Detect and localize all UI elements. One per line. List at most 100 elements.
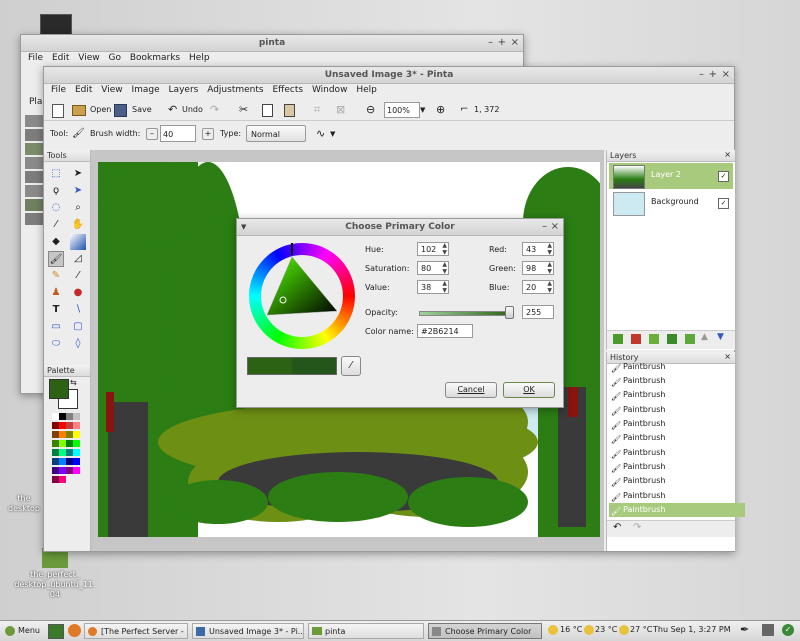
maximize-button[interactable]: + xyxy=(498,35,506,51)
rounded-rect-icon[interactable]: ▢ xyxy=(70,319,86,335)
history-item[interactable]: 🖌 Paintbrush xyxy=(609,360,745,374)
menu-adjustments[interactable]: Adjustments xyxy=(204,82,266,98)
zoom-tool-icon[interactable]: ⌕ xyxy=(70,200,86,216)
palette-swatch[interactable] xyxy=(73,440,80,447)
firefox-launcher-icon[interactable] xyxy=(68,624,81,637)
menu-effects[interactable]: Effects xyxy=(269,82,306,98)
spin-arrows-icon[interactable]: ▲ ▼ xyxy=(547,261,552,275)
palette-swatch[interactable] xyxy=(66,413,73,420)
hue-marker[interactable] xyxy=(291,243,293,255)
duplicate-layer-icon[interactable] xyxy=(649,334,659,344)
palette-swatch[interactable] xyxy=(52,449,59,456)
move-selection-icon[interactable]: ➤ xyxy=(70,183,86,199)
clone-stamp-icon[interactable]: ♟ xyxy=(48,285,64,301)
layer-row-selected[interactable]: Layer 2 ✓ xyxy=(609,163,733,189)
opacity-input[interactable]: 255 xyxy=(522,305,554,319)
antialias-icon[interactable]: ∿ xyxy=(316,123,325,145)
freeform-shape-icon[interactable]: ◊ xyxy=(70,336,86,352)
close-button[interactable]: × xyxy=(722,67,730,83)
line-icon[interactable]: ∖ xyxy=(70,302,86,318)
opacity-slider-handle[interactable] xyxy=(505,306,514,319)
palette-swatch[interactable] xyxy=(59,467,66,474)
palette-swatch[interactable] xyxy=(59,476,66,483)
magic-wand-icon[interactable]: ⁄ xyxy=(48,217,64,233)
layer-visibility-checkbox[interactable]: ✓ xyxy=(718,171,729,182)
history-redo-icon[interactable]: ↷ xyxy=(633,522,641,533)
place-icon[interactable] xyxy=(25,143,43,155)
deselect-icon[interactable]: ⊠ xyxy=(336,100,345,120)
copy-icon[interactable] xyxy=(262,104,273,117)
ellipse-icon[interactable]: ⬭ xyxy=(48,336,64,352)
palette-swatch[interactable] xyxy=(59,440,66,447)
history-item[interactable]: 🖌 Paintbrush xyxy=(609,417,745,431)
history-item[interactable]: 🖌 Paintbrush xyxy=(609,460,745,474)
history-item[interactable]: 🖌 Paintbrush xyxy=(609,403,745,417)
history-undo-icon[interactable]: ↶ xyxy=(613,522,621,533)
palette-swatch[interactable] xyxy=(52,440,59,447)
undo-button[interactable]: Undo xyxy=(182,100,203,120)
layers-panel-close-icon[interactable]: × xyxy=(724,150,731,159)
menu-help[interactable]: Help xyxy=(353,82,380,98)
text-icon[interactable]: T xyxy=(48,302,64,318)
rect-select-icon[interactable]: ⬚ xyxy=(48,166,64,182)
palette-swatch[interactable] xyxy=(66,467,73,474)
pencil-icon[interactable]: ✎ xyxy=(48,268,64,284)
dialog-menu-icon[interactable]: ▼ xyxy=(241,219,246,235)
palette-swatch[interactable] xyxy=(66,431,73,438)
menu-edit[interactable]: Edit xyxy=(49,50,72,66)
type-select[interactable]: Normal xyxy=(246,125,306,142)
palette-swatch[interactable] xyxy=(52,431,59,438)
spin-arrows-icon[interactable]: ▲ ▼ xyxy=(442,280,447,294)
place-icon[interactable] xyxy=(25,185,43,197)
hue-input[interactable]: 102 ▲ ▼ xyxy=(417,242,449,256)
menu-edit[interactable]: Edit xyxy=(72,82,95,98)
palette-swatch[interactable] xyxy=(73,422,80,429)
move-layer-down-icon[interactable]: ▼ xyxy=(717,332,724,342)
palette-swatch[interactable] xyxy=(59,431,66,438)
close-button[interactable]: × xyxy=(511,35,519,51)
place-icon[interactable] xyxy=(25,129,43,141)
eraser-icon[interactable]: ◿ xyxy=(70,251,86,267)
palette-swatch[interactable] xyxy=(73,431,80,438)
color-picker-icon[interactable]: ⁄ xyxy=(70,268,86,284)
spin-arrows-icon[interactable]: ▲ ▼ xyxy=(442,261,447,275)
open-icon[interactable] xyxy=(72,105,86,116)
palette-swatch[interactable] xyxy=(52,458,59,465)
save-button[interactable]: Save xyxy=(132,100,152,120)
crop-icon[interactable]: ⌗ xyxy=(314,100,320,120)
palette-swatch[interactable] xyxy=(59,458,66,465)
paste-icon[interactable] xyxy=(284,104,295,117)
spin-arrows-icon[interactable]: ▲ ▼ xyxy=(547,280,552,294)
palette-swatch[interactable] xyxy=(66,440,73,447)
menu-bookmarks[interactable]: Bookmarks xyxy=(127,50,183,66)
history-item[interactable]: 🖌 Paintbrush xyxy=(609,374,745,388)
palette-swatch[interactable] xyxy=(52,467,59,474)
history-item[interactable]: 🖌 Paintbrush xyxy=(609,446,745,460)
palette-swatch[interactable] xyxy=(73,413,80,420)
menu-image[interactable]: Image xyxy=(128,82,162,98)
red-input[interactable]: 43 ▲ ▼ xyxy=(522,242,554,256)
menu-file[interactable]: File xyxy=(25,50,46,66)
palette-swatch[interactable] xyxy=(52,413,59,420)
value-input[interactable]: 38 ▲ ▼ xyxy=(417,280,449,294)
blue-input[interactable]: 20 ▲ ▼ xyxy=(522,280,554,294)
menu-view[interactable]: View xyxy=(98,82,125,98)
zoom-out-icon[interactable]: ⊖ xyxy=(366,100,375,120)
menu-view[interactable]: View xyxy=(75,50,102,66)
palette-swatch[interactable] xyxy=(52,422,59,429)
minimize-button[interactable]: – xyxy=(542,219,547,235)
task-firefox[interactable]: [The Perfect Server - ... xyxy=(84,623,188,639)
history-item[interactable]: 🖌 Paintbrush xyxy=(609,474,745,488)
menu-help[interactable]: Help xyxy=(186,50,213,66)
palette-swatch[interactable] xyxy=(59,449,66,456)
antialias-dropdown-icon[interactable]: ▼ xyxy=(330,123,335,145)
green-input[interactable]: 98 ▲ ▼ xyxy=(522,261,554,275)
palette-swatch[interactable] xyxy=(66,458,73,465)
cut-icon[interactable]: ✂ xyxy=(239,100,248,120)
merge-layer-icon[interactable] xyxy=(667,334,677,344)
clock[interactable]: Thu Sep 1, 3:27 PM xyxy=(653,625,731,634)
ok-button[interactable]: OK xyxy=(503,382,555,398)
eyedropper-button[interactable]: ⁄ xyxy=(341,356,361,376)
open-button[interactable]: Open xyxy=(90,100,111,120)
pen-tray-icon[interactable]: ✒ xyxy=(740,623,749,636)
